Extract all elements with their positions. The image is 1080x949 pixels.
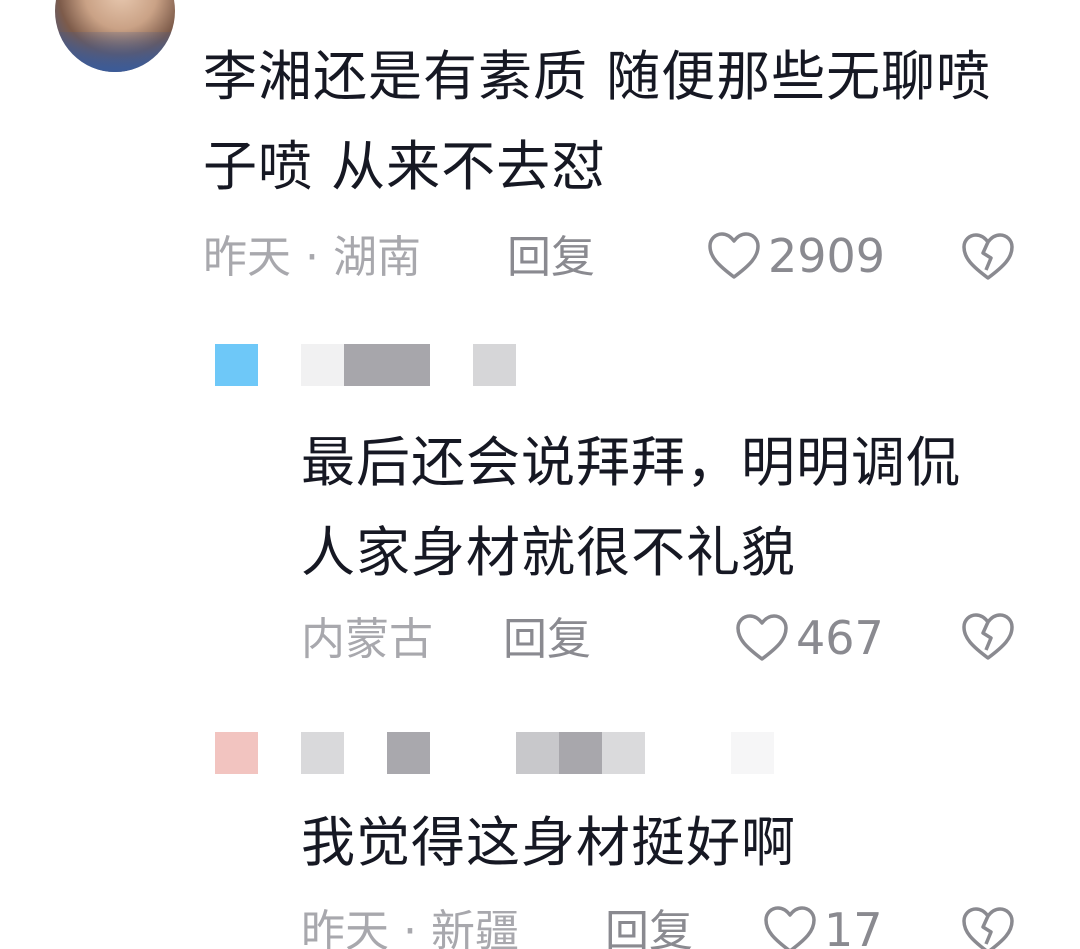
comment-text-line: 子喷 从来不去怼 [203, 135, 607, 198]
like-count: 17 [824, 903, 883, 949]
username-mosaic [602, 732, 645, 774]
comment-text-line: 最后还会说拜拜，明明调侃 [301, 431, 961, 494]
reply-button[interactable]: 回复 [503, 610, 591, 670]
comment-text-line: 李湘还是有素质 随便那些无聊喷 [203, 45, 992, 108]
broken-heart-icon[interactable] [960, 608, 1016, 664]
comment-meta: 内蒙古 [301, 614, 433, 665]
username-mosaic [516, 732, 559, 774]
username-mosaic [387, 732, 430, 774]
reply-button[interactable]: 回复 [507, 228, 595, 288]
heart-outline-icon [708, 232, 760, 279]
heart-outline-icon [736, 614, 788, 661]
comment-thread: 李湘还是有素质 随便那些无聊喷 子喷 从来不去怼 昨天 · 湖南 回复 2909… [0, 0, 1080, 949]
like-count: 2909 [768, 229, 886, 283]
reply-button[interactable]: 回复 [605, 902, 693, 949]
username-mosaic [559, 732, 602, 774]
comment-meta: 昨天 · 湖南 [203, 232, 421, 283]
username-mosaic [731, 732, 774, 774]
like-button[interactable]: 467 [734, 608, 884, 668]
username-mosaic [301, 732, 344, 774]
username-mosaic [344, 344, 430, 386]
like-count: 467 [796, 611, 884, 665]
username-mosaic [473, 344, 516, 386]
heart-outline-icon [764, 906, 816, 949]
avatar[interactable] [55, 0, 175, 72]
avatar[interactable] [215, 732, 258, 774]
comment-meta: 昨天 · 新疆 [301, 906, 519, 949]
broken-heart-icon[interactable] [960, 902, 1016, 949]
comment-text-line: 我觉得这身材挺好啊 [301, 811, 796, 874]
avatar[interactable] [215, 344, 258, 386]
broken-heart-icon[interactable] [960, 228, 1016, 284]
like-button[interactable]: 17 [762, 900, 883, 949]
username-mosaic [301, 344, 344, 386]
comment-text-line: 人家身材就很不礼貌 [301, 521, 796, 584]
like-button[interactable]: 2909 [706, 226, 885, 286]
